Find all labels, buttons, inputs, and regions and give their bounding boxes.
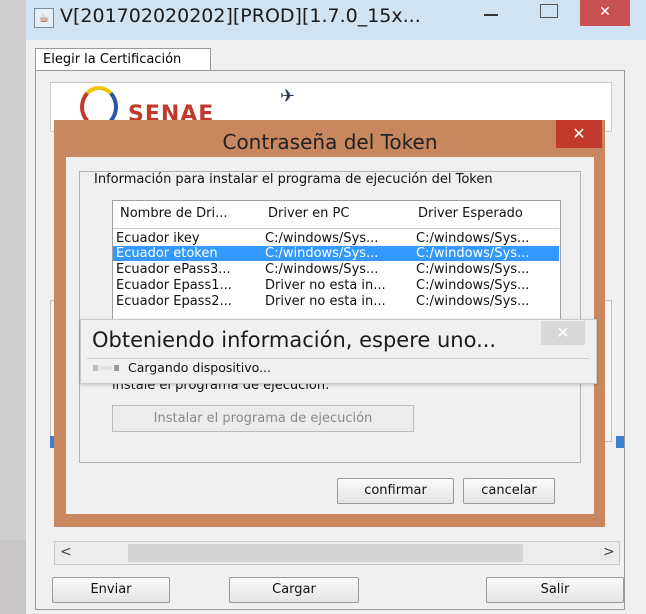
table-cell: C:/windows/Sys... bbox=[265, 231, 379, 246]
table-cell: C:/windows/Sys... bbox=[265, 246, 379, 261]
dialog-close-button[interactable]: ✕ bbox=[556, 120, 602, 148]
table-row[interactable]: Ecuador Epass1... Driver no esta in... C… bbox=[113, 278, 559, 293]
window-close-button[interactable]: ✕ bbox=[580, 0, 630, 26]
scrollbar-thumb[interactable] bbox=[128, 544, 523, 562]
table-row-selected[interactable]: Ecuador etoken C:/windows/Sys... C:/wind… bbox=[113, 246, 559, 261]
window-title: V[201702020202][PROD][1.7.0_15x... bbox=[60, 5, 421, 27]
install-program-button[interactable]: Instalar el programa de ejecución bbox=[112, 405, 414, 432]
loading-popup-title: Obteniendo información, espere uno... bbox=[92, 328, 497, 352]
table-cell: Ecuador etoken bbox=[116, 246, 218, 261]
tab-elegir-certificacion[interactable]: Elegir la Certificación bbox=[35, 48, 211, 70]
minimize-icon[interactable] bbox=[484, 14, 498, 16]
confirm-button[interactable]: confirmar bbox=[337, 478, 454, 504]
table-cell: Ecuador Epass2... bbox=[116, 294, 232, 309]
table-row[interactable]: Ecuador ikey C:/windows/Sys... C:/window… bbox=[113, 231, 559, 246]
table-cell: Driver no esta in... bbox=[265, 294, 386, 309]
loading-popup-close-button[interactable]: ✕ bbox=[541, 321, 585, 345]
table-cell: Driver no esta in... bbox=[265, 278, 386, 293]
enviar-button[interactable]: Enviar bbox=[52, 577, 170, 603]
table-cell: C:/windows/Sys... bbox=[416, 231, 530, 246]
popup-divider bbox=[86, 358, 589, 359]
dialog-title: Contraseña del Token bbox=[222, 130, 438, 154]
java-app-icon[interactable]: ☕ bbox=[34, 8, 54, 28]
table-row[interactable]: Ecuador ePass3... C:/windows/Sys... C:/w… bbox=[113, 262, 559, 277]
cargar-button[interactable]: Cargar bbox=[229, 577, 359, 603]
table-cell: C:/windows/Sys... bbox=[416, 278, 530, 293]
column-header-driver-esperado[interactable]: Driver Esperado bbox=[418, 206, 523, 221]
background-strip bbox=[0, 0, 26, 614]
background-selection-marker-right bbox=[616, 436, 624, 448]
table-cell: C:/windows/Sys... bbox=[416, 262, 530, 277]
table-cell: C:/windows/Sys... bbox=[416, 246, 530, 261]
table-row[interactable]: Ecuador Epass2... Driver no esta in... C… bbox=[113, 294, 559, 309]
background-strip-lower bbox=[0, 540, 26, 614]
column-header-driver-pc[interactable]: Driver en PC bbox=[268, 206, 349, 221]
group-legend: Información para instalar el programa de… bbox=[92, 172, 495, 187]
maximize-icon[interactable] bbox=[540, 4, 558, 18]
cancel-button[interactable]: cancelar bbox=[463, 478, 555, 504]
table-cell: Ecuador ePass3... bbox=[116, 262, 231, 277]
salir-button[interactable]: Salir bbox=[486, 577, 624, 603]
plane-icon: ✈ bbox=[280, 86, 296, 107]
loading-status-text: Cargando dispositivo... bbox=[128, 360, 271, 375]
table-cell: C:/windows/Sys... bbox=[416, 294, 530, 309]
table-cell: Ecuador ikey bbox=[116, 231, 200, 246]
column-header-nombre[interactable]: Nombre de Dri... bbox=[120, 206, 228, 221]
loading-spinner-icon bbox=[93, 365, 119, 371]
scroll-left-arrow-icon[interactable]: < bbox=[60, 544, 72, 560]
table-cell: C:/windows/Sys... bbox=[265, 262, 379, 277]
table-cell: Ecuador Epass1... bbox=[116, 278, 232, 293]
scroll-right-arrow-icon[interactable]: > bbox=[603, 544, 615, 560]
